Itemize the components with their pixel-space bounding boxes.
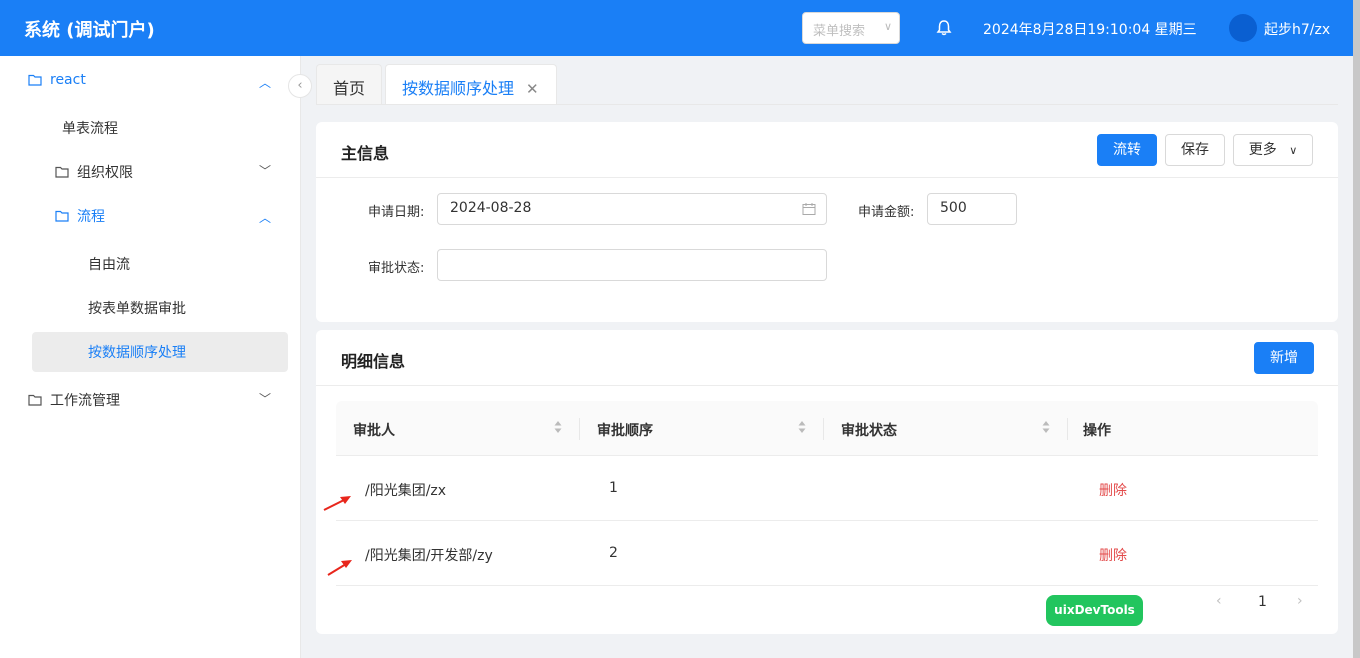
bell-icon[interactable]: [934, 18, 954, 38]
sidebar-item-single-table-flow[interactable]: 单表流程: [62, 118, 118, 138]
chevron-down-icon[interactable]: ﹀: [259, 162, 271, 179]
chevron-down-icon: ∨: [883, 20, 892, 33]
prev-page-icon[interactable]: ‹: [1216, 593, 1222, 609]
more-label: 更多: [1248, 142, 1277, 158]
tabs-divider: [316, 104, 1338, 105]
row2-approver: /阳光集团/开发部/zy: [365, 548, 493, 564]
table-row-divider: [336, 520, 1318, 521]
sort-icon[interactable]: [798, 420, 806, 434]
datetime-display: 2024年8月28日19:10:04 星期三: [983, 22, 1197, 38]
add-button[interactable]: 新增: [1254, 342, 1314, 374]
sidebar-item-label: 流程: [77, 209, 105, 225]
sidebar-item-free-flow[interactable]: 自由流: [88, 254, 130, 274]
menu-search-placeholder: 菜单搜索: [813, 24, 866, 39]
annotation-arrow-icon: [327, 560, 352, 576]
sidebar-item-label: 组织权限: [77, 165, 133, 181]
sidebar-item-label: 自由流: [88, 257, 130, 273]
annotation-arrow-icon: [323, 496, 351, 511]
page-number[interactable]: 1: [1258, 594, 1267, 610]
username[interactable]: 起步h7/zx: [1264, 19, 1330, 39]
column-approver[interactable]: 审批人: [353, 420, 395, 440]
tab-label: 首页: [333, 79, 366, 98]
sort-icon[interactable]: [1042, 420, 1050, 434]
detail-info-title: 明细信息: [341, 352, 406, 371]
table-row-divider: [336, 585, 1318, 586]
page-scrollbar[interactable]: [1353, 0, 1360, 658]
tab-home[interactable]: 首页: [316, 64, 382, 105]
apply-date-field[interactable]: 2024-08-28: [437, 193, 827, 225]
sidebar-item-label: 按表单数据审批: [88, 301, 186, 317]
folder-icon: [28, 394, 42, 406]
chevron-up-icon[interactable]: ︿: [259, 209, 271, 226]
menu-search-select[interactable]: 菜单搜索 ∨: [802, 12, 900, 44]
column-status[interactable]: 审批状态: [841, 420, 897, 440]
column-divider: [1067, 418, 1068, 440]
sidebar-item-label: 按数据顺序处理: [88, 345, 186, 361]
table-header: 审批人 审批顺序 审批状态 操作: [336, 401, 1318, 456]
sidebar-item-label: 单表流程: [62, 121, 118, 137]
transfer-button[interactable]: 流转: [1097, 134, 1157, 166]
sidebar-collapse-button[interactable]: ‹: [288, 74, 312, 98]
folder-icon: [55, 166, 69, 178]
sidebar-item-workflow-management[interactable]: 工作流管理: [28, 390, 120, 410]
calendar-icon: [802, 203, 816, 215]
apply-date-label: 申请日期:: [368, 205, 425, 220]
column-action: 操作: [1083, 423, 1111, 439]
detail-info-card: [316, 330, 1338, 634]
sidebar-item-label: react: [50, 72, 86, 88]
column-divider: [823, 418, 824, 440]
chevron-up-icon[interactable]: ︿: [259, 74, 271, 91]
folder-icon: [55, 210, 69, 222]
delete-button[interactable]: 删除: [1099, 480, 1127, 500]
apply-amount-label: 申请金额:: [858, 205, 915, 220]
tab-label: 按数据顺序处理: [402, 79, 515, 98]
sidebar: react ︿ 单表流程 组织权限 ﹀ 流程 ︿ 自由流 按表单数据审批 按数据…: [0, 56, 301, 658]
approve-status-field[interactable]: [437, 249, 827, 281]
app-title: 系统 (调试门户): [24, 20, 155, 41]
apply-amount-field[interactable]: 500: [927, 193, 1017, 225]
tab-data-sequence[interactable]: 按数据顺序处理 ✕: [385, 64, 557, 105]
avatar[interactable]: [1229, 14, 1257, 42]
sidebar-item-label: 工作流管理: [50, 393, 120, 409]
sidebar-item-react[interactable]: react: [28, 72, 86, 88]
chevron-down-icon: ∨: [1289, 144, 1298, 157]
column-divider: [579, 418, 580, 440]
column-order[interactable]: 审批顺序: [597, 420, 653, 440]
apply-date-value: 2024-08-28: [450, 200, 532, 216]
main-info-title: 主信息: [341, 144, 390, 163]
row2-order: 2: [609, 545, 618, 561]
delete-button[interactable]: 删除: [1099, 545, 1127, 565]
row1-approver: /阳光集团/zx: [365, 483, 447, 499]
next-page-icon[interactable]: ›: [1297, 593, 1303, 609]
sidebar-item-flow[interactable]: 流程: [55, 206, 105, 226]
folder-icon: [28, 74, 42, 86]
chevron-down-icon[interactable]: ﹀: [259, 390, 271, 407]
approve-status-label: 审批状态:: [368, 261, 425, 276]
card-divider: [316, 177, 1338, 178]
sidebar-item-data-sequence[interactable]: 按数据顺序处理: [88, 342, 186, 362]
sidebar-item-form-data-approval[interactable]: 按表单数据审批: [88, 298, 186, 318]
sidebar-item-org-permission[interactable]: 组织权限: [55, 162, 133, 182]
more-dropdown-button[interactable]: 更多 ∨: [1233, 134, 1313, 166]
apply-amount-value: 500: [940, 200, 967, 216]
save-button[interactable]: 保存: [1165, 134, 1225, 166]
row1-order: 1: [609, 480, 618, 496]
card-divider: [316, 385, 1338, 386]
close-icon[interactable]: ✕: [526, 80, 539, 98]
sort-icon[interactable]: [554, 420, 562, 434]
top-header: 系统 (调试门户) 菜单搜索 ∨ 2024年8月28日19:10:04 星期三 …: [0, 0, 1360, 56]
devtools-badge[interactable]: uixDevTools: [1046, 595, 1143, 626]
